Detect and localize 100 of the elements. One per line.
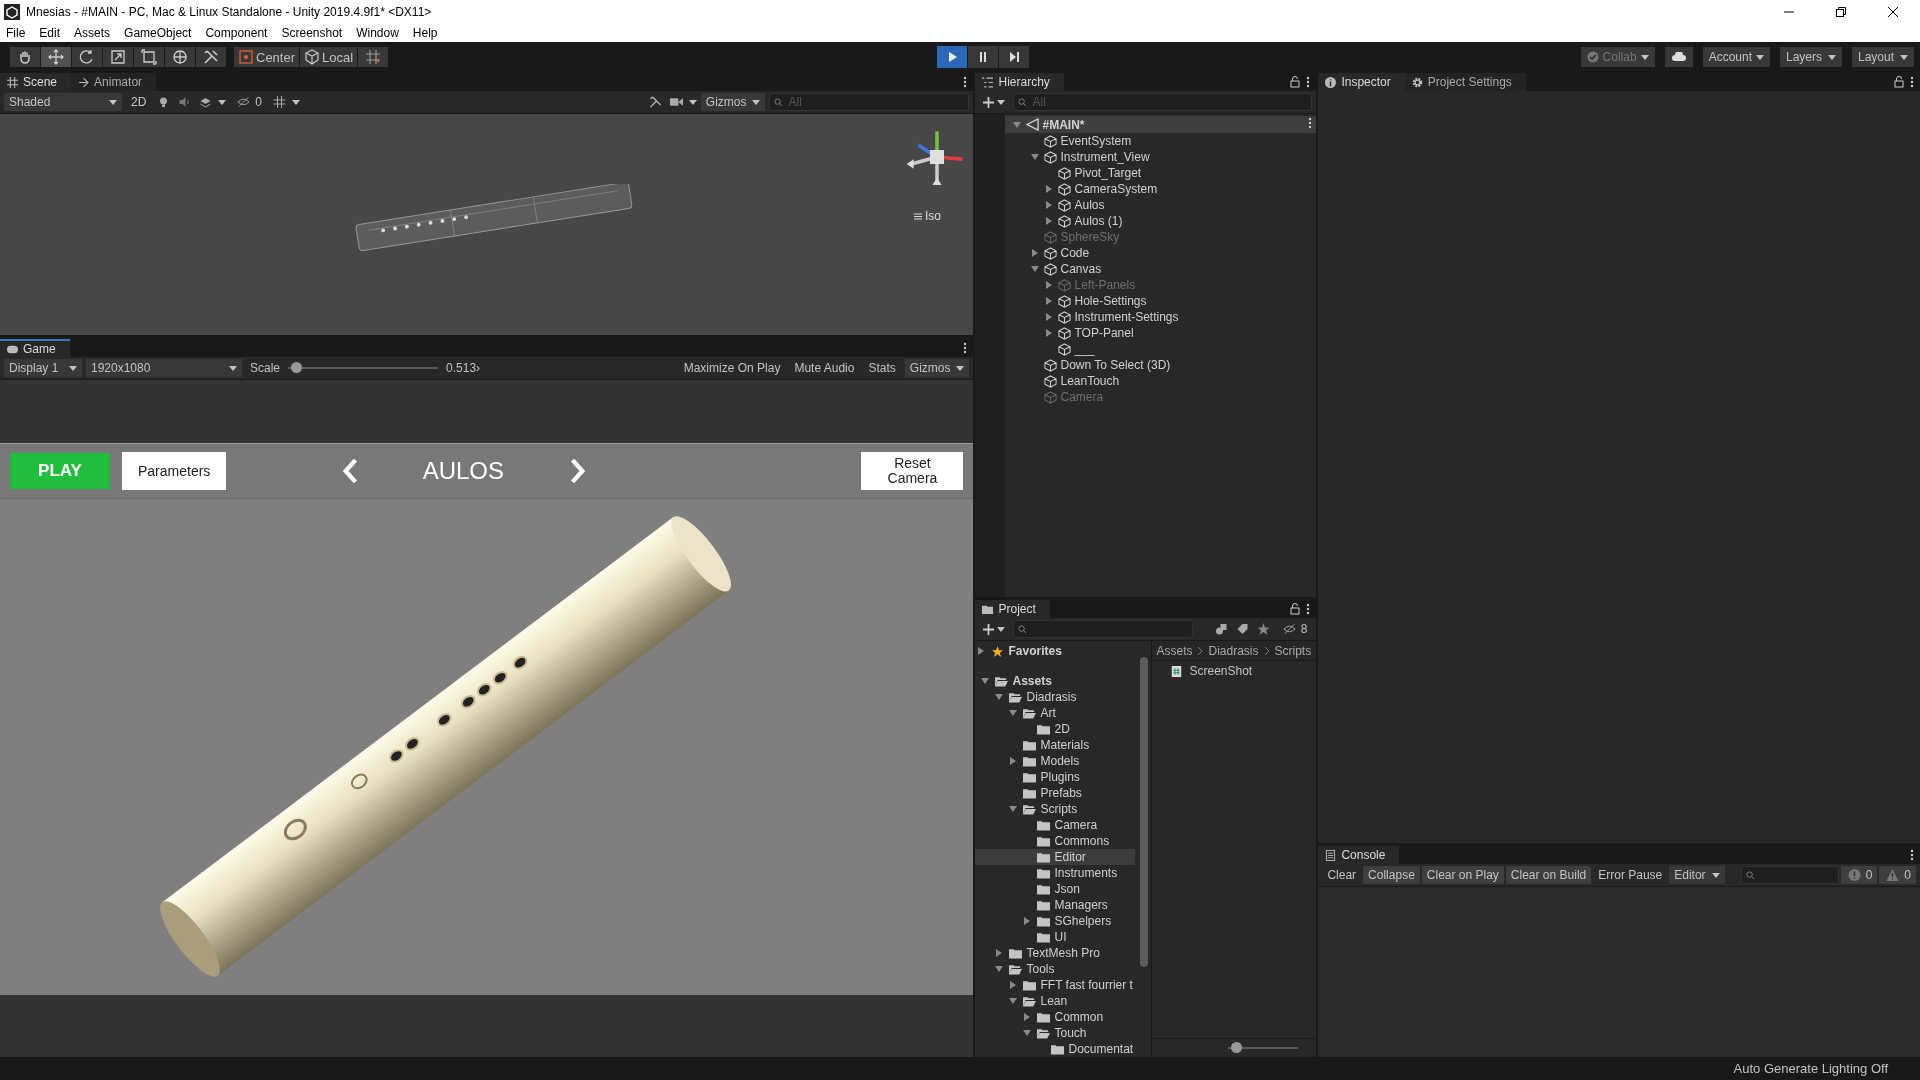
triangle-icon[interactable]	[1046, 201, 1053, 209]
breadcrumb-item[interactable]: Assets	[1156, 643, 1193, 658]
lock-icon[interactable]	[1894, 76, 1904, 88]
slider-thumb[interactable]	[1231, 1042, 1243, 1053]
scale-slider[interactable]	[288, 361, 439, 375]
console-toggle[interactable]: Collapse	[1363, 866, 1420, 884]
triangle-icon[interactable]	[1031, 266, 1040, 272]
layout-dropdown[interactable]: Layout	[1852, 47, 1914, 67]
panel-tab[interactable]: Inspector	[1318, 73, 1405, 91]
triangle-icon[interactable]	[1046, 313, 1053, 321]
scale-tool-button[interactable]	[103, 47, 133, 67]
display-dropdown[interactable]: Display 1	[4, 359, 82, 377]
triangle-icon[interactable]	[1010, 981, 1017, 989]
folder-row[interactable]: Plugins	[975, 769, 1136, 785]
triangle-icon[interactable]	[1013, 121, 1022, 128]
pivot-button[interactable]: Center	[234, 47, 300, 67]
folder-row[interactable]: Tools	[975, 961, 1136, 977]
script-file[interactable]: ScreenShot	[1152, 661, 1317, 678]
triangle-icon[interactable]	[1046, 185, 1053, 193]
folder-row[interactable]: Lean	[975, 993, 1136, 1009]
folder-row[interactable]: Models	[975, 753, 1136, 769]
panel-tab[interactable]: Game	[0, 339, 70, 357]
lock-icon[interactable]	[1290, 76, 1301, 88]
folder-row[interactable]: Touch	[975, 1025, 1136, 1041]
folder-row[interactable]: Diadrasis	[975, 689, 1136, 705]
hand-tool-button[interactable]	[10, 47, 40, 67]
mode-dropdown[interactable]: Editor	[1669, 866, 1725, 884]
space-button[interactable]: Local	[300, 47, 358, 67]
triangle-icon[interactable]	[995, 966, 1004, 972]
triangle-icon[interactable]	[1009, 710, 1018, 716]
menu-item[interactable]: Assets	[74, 26, 111, 40]
shading-dropdown[interactable]: Shaded	[4, 93, 122, 111]
search-field[interactable]	[1013, 620, 1194, 638]
game-object-name[interactable]: Instrument_View	[1060, 150, 1150, 164]
caret-icon[interactable]	[292, 99, 301, 105]
menu-item[interactable]: Edit	[39, 26, 61, 40]
game-object-name[interactable]: Code	[1060, 246, 1090, 260]
triangle-icon[interactable]	[1046, 329, 1053, 337]
game-object-name[interactable]: Instrument-Settings	[1074, 310, 1179, 324]
chevron-right-icon[interactable]	[570, 458, 587, 484]
play-button[interactable]	[937, 46, 968, 68]
folder-row[interactable]: TextMesh Pro	[975, 945, 1136, 961]
game-object-name[interactable]: Down To Select (3D)	[1060, 358, 1171, 372]
error-count-toggle[interactable]: 0	[1840, 866, 1878, 884]
folder-row[interactable]: Camera	[975, 817, 1136, 833]
triangle-icon[interactable]	[1009, 806, 1018, 812]
kebab-menu-icon[interactable]	[1308, 117, 1313, 129]
close-icon[interactable]	[1888, 7, 1898, 17]
game-object-name[interactable]: Aulos	[1074, 198, 1105, 212]
folder-row[interactable]: Assets	[975, 673, 1136, 689]
menu-item[interactable]: Window	[356, 26, 399, 40]
console-toggle[interactable]: Clear on Build	[1505, 866, 1592, 884]
folder-row[interactable]: 2D	[975, 721, 1136, 737]
menu-item[interactable]: File	[6, 26, 26, 40]
folder-row[interactable]: Instruments	[975, 865, 1136, 881]
rotate-tool-button[interactable]	[72, 47, 102, 67]
favorites-label[interactable]: Favorites	[1008, 644, 1062, 658]
game-object-name[interactable]: EventSystem	[1060, 134, 1132, 148]
triangle-icon[interactable]	[1046, 297, 1053, 305]
breadcrumb-item[interactable]: Scripts	[1274, 643, 1312, 658]
folder-row[interactable]: Common	[975, 1009, 1136, 1025]
account-dropdown[interactable]: Account	[1702, 47, 1770, 67]
move-tool-button[interactable]	[41, 47, 71, 67]
game-object-name[interactable]: LeanTouch	[1060, 374, 1120, 388]
resolution-dropdown[interactable]: 1920x1080	[86, 359, 242, 377]
kebab-menu-icon[interactable]	[1910, 849, 1914, 861]
triangle-icon[interactable]	[1024, 1013, 1031, 1021]
folder-row[interactable]: Materials	[975, 737, 1136, 753]
folder-row[interactable]: Documentat	[975, 1041, 1136, 1057]
triangle-icon[interactable]	[996, 949, 1003, 957]
search-field[interactable]	[1740, 866, 1839, 884]
kebab-menu-icon[interactable]	[1910, 76, 1914, 88]
folder-row[interactable]: UI	[975, 929, 1136, 945]
grid-snap-button[interactable]	[358, 47, 389, 67]
folder-row[interactable]: Prefabs	[975, 785, 1136, 801]
custom-tool-button[interactable]	[196, 47, 226, 67]
panel-tab[interactable]: Console	[1318, 846, 1400, 864]
reset-camera-button[interactable]: Reset Camera	[861, 452, 964, 490]
game-object-name[interactable]: ___	[1074, 342, 1095, 356]
menu-item[interactable]: Component	[205, 26, 268, 40]
folder-row[interactable]: Json	[975, 881, 1136, 897]
game-object-name[interactable]: Canvas	[1060, 262, 1102, 276]
menu-item[interactable]: GameObject	[124, 26, 192, 40]
folder-row[interactable]: Managers	[975, 897, 1136, 913]
menu-item[interactable]: Screenshot	[281, 26, 343, 40]
folder-row[interactable]: FFT fast fourrier t	[975, 977, 1136, 993]
step-button[interactable]	[999, 46, 1030, 68]
kebab-menu-icon[interactable]	[963, 342, 968, 354]
game-object-name[interactable]: TOP-Panel	[1074, 326, 1134, 340]
kebab-menu-icon[interactable]	[1306, 603, 1311, 615]
game-object-name[interactable]: Aulos (1)	[1074, 214, 1123, 228]
triangle-icon[interactable]	[1046, 217, 1053, 225]
folder-row[interactable]: Scripts	[975, 801, 1136, 817]
grid-icon[interactable]	[271, 96, 289, 108]
triangle-icon[interactable]	[1023, 1030, 1032, 1036]
game-object-name[interactable]: CameraSystem	[1074, 182, 1158, 196]
breadcrumb-item[interactable]: Diadrasis	[1208, 643, 1259, 658]
layers-dropdown[interactable]: Layers	[1780, 47, 1842, 67]
panel-tab[interactable]: Hierarchy	[975, 73, 1064, 91]
game-object-name[interactable]: Hole-Settings	[1074, 294, 1147, 308]
